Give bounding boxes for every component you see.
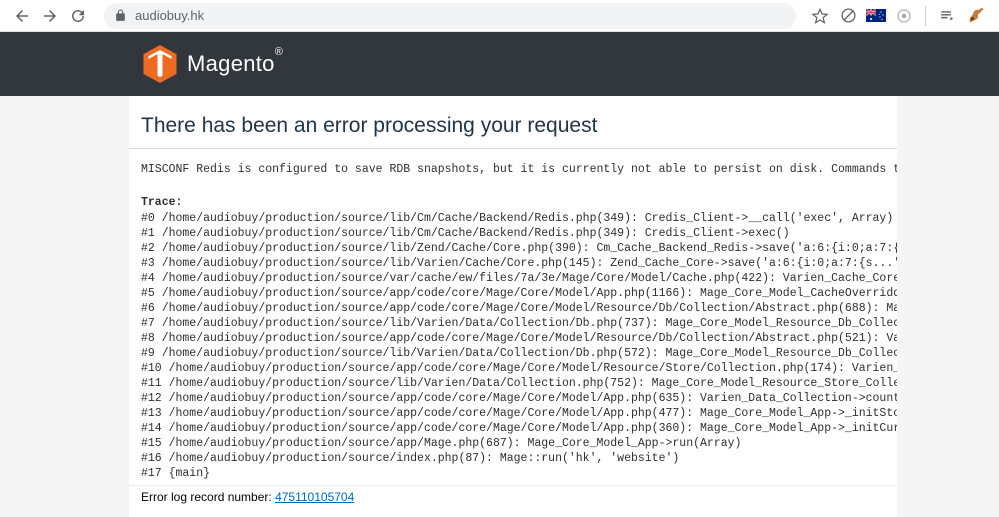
arrow-left-icon [13, 7, 31, 25]
site-header: Magento® [0, 32, 999, 96]
toolbar-divider [925, 6, 926, 26]
trace-line: #12 /home/audiobuy/production/source/app… [141, 391, 885, 406]
trace-line: #16 /home/audiobuy/production/source/ind… [141, 451, 885, 466]
back-button[interactable] [8, 2, 36, 30]
record-label: Error log record number: [141, 490, 275, 504]
stack-trace: Trace: #0 /home/audiobuy/production/sour… [129, 196, 897, 481]
trace-line: #0 /home/audiobuy/production/source/lib/… [141, 211, 885, 226]
reload-button[interactable] [64, 2, 92, 30]
guitar-icon[interactable] [965, 6, 985, 26]
trace-line: #11 /home/audiobuy/production/source/lib… [141, 376, 885, 391]
trace-line: #17 {main} [141, 466, 885, 481]
main-content: There has been an error processing your … [129, 96, 897, 517]
block-icon[interactable] [838, 6, 858, 26]
trace-line: #13 /home/audiobuy/production/source/app… [141, 406, 885, 421]
trace-line: #10 /home/audiobuy/production/source/app… [141, 361, 885, 376]
bookmark-star-icon[interactable] [810, 6, 830, 26]
magento-logo-icon [143, 45, 177, 83]
trace-label: Trace: [141, 196, 885, 209]
extension-icon[interactable] [894, 6, 914, 26]
trace-line: #6 /home/audiobuy/production/source/app/… [141, 301, 885, 316]
lock-icon [114, 9, 127, 22]
trace-line: #4 /home/audiobuy/production/source/var/… [141, 271, 885, 286]
arrow-right-icon [41, 7, 59, 25]
browser-toolbar: audiobuy.hk [0, 0, 999, 32]
trace-scroll-container[interactable]: Trace: #0 /home/audiobuy/production/sour… [129, 196, 897, 485]
trace-line: #3 /home/audiobuy/production/source/lib/… [141, 256, 885, 271]
trace-line: #9 /home/audiobuy/production/source/lib/… [141, 346, 885, 361]
brand-logo: Magento® [143, 45, 283, 83]
record-number-link[interactable]: 475110105704 [275, 490, 354, 504]
reload-icon [69, 7, 87, 25]
brand-name: Magento® [187, 51, 283, 77]
trace-line: #7 /home/audiobuy/production/source/lib/… [141, 316, 885, 331]
forward-button[interactable] [36, 2, 64, 30]
url-text: audiobuy.hk [135, 8, 204, 23]
toolbar-right [804, 6, 991, 26]
error-message: MISCONF Redis is configured to save RDB … [129, 163, 897, 176]
trace-line: #2 /home/audiobuy/production/source/lib/… [141, 241, 885, 256]
playlist-icon[interactable] [937, 6, 957, 26]
address-bar[interactable]: audiobuy.hk [104, 3, 796, 29]
error-log-record: Error log record number: 475110105704 [129, 485, 897, 504]
trace-line: #1 /home/audiobuy/production/source/lib/… [141, 226, 885, 241]
trace-line: #8 /home/audiobuy/production/source/app/… [141, 331, 885, 346]
trace-line: #15 /home/audiobuy/production/source/app… [141, 436, 885, 451]
trace-line: #5 /home/audiobuy/production/source/app/… [141, 286, 885, 301]
flag-australia-icon[interactable] [866, 6, 886, 26]
page-title: There has been an error processing your … [129, 114, 897, 149]
trace-line: #14 /home/audiobuy/production/source/app… [141, 421, 885, 436]
